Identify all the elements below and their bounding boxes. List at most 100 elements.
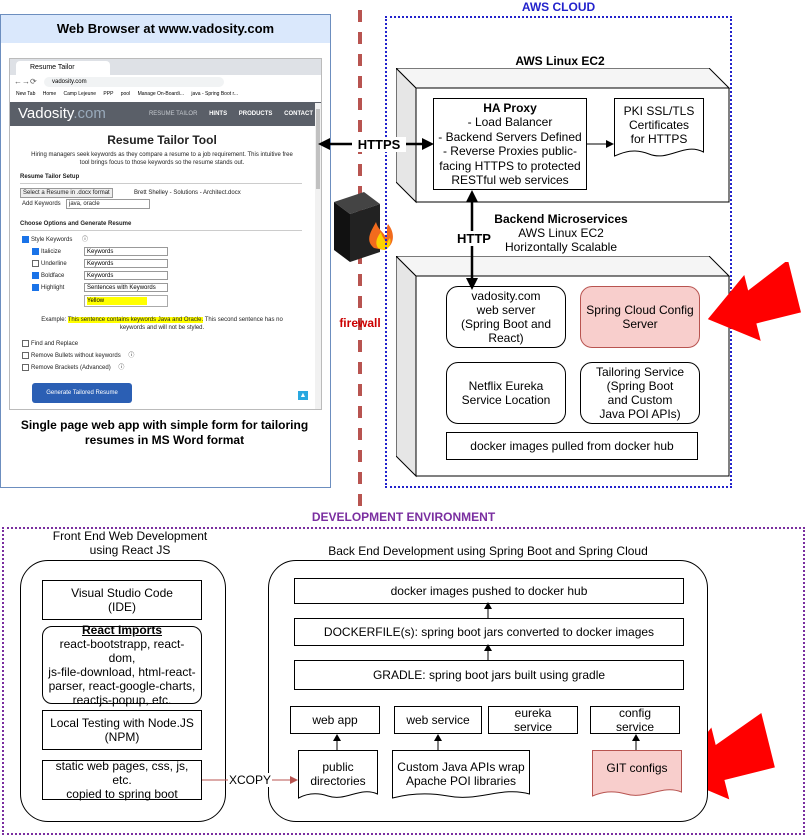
nav-link-resume-tailor[interactable]: RESUME TAILOR [149, 111, 197, 117]
intro-line: Hiring managers seek keywords as they co… [31, 152, 293, 158]
find-replace-option[interactable]: Find and Replace [22, 340, 78, 348]
site-logo[interactable]: Vadosity.com [18, 104, 106, 124]
title-line: Front End Web Development [52, 529, 208, 543]
option-select[interactable]: Keywords [84, 259, 168, 268]
bookmark-item[interactable]: pool [121, 91, 130, 97]
callout-arrow-icon [707, 262, 801, 341]
scroll-top-icon[interactable]: ▲ [298, 391, 308, 400]
box-line: parser, react-google-charts, [48, 679, 196, 693]
highlight-color-value: Yellow [87, 297, 147, 305]
box-line: static web pages, css, js, etc. [55, 759, 189, 787]
add-keywords-label: Add Keywords [22, 201, 61, 207]
example-line: Example: This sentence contains keywords… [10, 316, 314, 324]
example-rest: This second sentence has no [204, 317, 283, 323]
divider [20, 230, 302, 231]
option-select[interactable]: Keywords [84, 247, 168, 256]
nav-link-products[interactable]: PRODUCTS [239, 111, 273, 117]
checkbox-icon[interactable] [32, 272, 39, 279]
browser-tab[interactable]: Resume Tailor [16, 61, 110, 75]
option-select-value: Keywords [87, 261, 114, 267]
generate-resume-button[interactable]: Generate Tailored Resume [32, 383, 132, 403]
info-icon[interactable]: ⓘ [128, 353, 134, 359]
checkbox-icon[interactable] [22, 236, 29, 243]
react-imports-title: React Imports [81, 623, 163, 637]
option-label: Underline [41, 261, 67, 268]
node-line: web server [476, 303, 536, 317]
checkbox-icon[interactable] [22, 340, 29, 347]
logo-suffix: .com [73, 105, 106, 122]
page-heading: Resume Tailor Tool [107, 133, 217, 147]
bookmark-item[interactable]: PPP [103, 91, 113, 97]
nav-link-contact[interactable]: CONTACT [284, 111, 313, 117]
node-line: Java POI APIs) [599, 407, 681, 421]
site-nav-links: RESUME TAILOR HINTS PRODUCTS CONTACT [139, 102, 313, 126]
option-select-value: Keywords [87, 249, 114, 255]
browser-tab-bar: Resume Tailor [10, 59, 321, 75]
add-keywords-input[interactable]: java, oracle [66, 199, 150, 209]
frontend-title: Front End Web Development using React JS [40, 529, 220, 557]
style-keywords-option[interactable]: Style Keywords ⓘ [22, 236, 88, 244]
highlight-color-select[interactable]: Yellow [84, 295, 168, 307]
node-line: Tailoring Service [595, 365, 685, 379]
option-boldface[interactable]: Boldface [32, 272, 64, 280]
checkbox-icon[interactable] [32, 284, 39, 291]
static-pages-box: static web pages, css, js, etc. copied t… [42, 759, 202, 801]
remove-bullets-option[interactable]: Remove Bullets without keywords ⓘ [22, 352, 134, 360]
checkbox-icon[interactable] [22, 364, 29, 371]
bookmark-item[interactable]: Manage On-Boardi... [138, 91, 184, 97]
style-keywords-label: Style Keywords [31, 237, 73, 244]
node-line: Spring Cloud Config [586, 303, 694, 317]
node-line: (Spring Boot [606, 379, 674, 393]
info-icon[interactable]: ⓘ [82, 237, 88, 243]
option-select[interactable]: Keywords [84, 271, 168, 280]
bookmark-item[interactable]: java - Spring Boot r... [191, 91, 238, 97]
select-resume-button[interactable]: Select a Resume in .docx format [20, 188, 113, 198]
backend-dev-title: Back End Development using Spring Boot a… [328, 544, 648, 558]
remove-brackets-option[interactable]: Remove Brackets (Advanced) ⓘ [22, 364, 124, 372]
browser-screenshot: Resume Tailor ←→⟳ vadosity.com New Tab H… [9, 58, 322, 410]
browser-url-bar: ←→⟳ vadosity.com [10, 75, 321, 90]
box-line: reactjs-popup, etc. [72, 693, 172, 707]
checkbox-icon[interactable] [32, 248, 39, 255]
checkbox-icon[interactable] [22, 352, 29, 359]
option-select[interactable]: Sentences with Keywords [84, 283, 168, 292]
https-label: HTTPS [352, 137, 406, 152]
node-line: and Custom [607, 393, 673, 407]
box-line: copied to spring boot [66, 787, 178, 801]
dev-connectors [202, 602, 640, 784]
node-line: React) [488, 331, 524, 345]
bookmark-item[interactable]: New Tab [16, 91, 35, 97]
bookmark-item[interactable]: Camp Lejeune [64, 91, 97, 97]
option-highlight[interactable]: Highlight [32, 284, 64, 292]
box-line: (NPM) [104, 730, 140, 744]
browser-url[interactable]: vadosity.com [44, 77, 224, 87]
browser-caption: Single page web app with simple form for… [0, 418, 329, 448]
selected-file-name: Brett Shelley - Solutions - Architect.do… [134, 190, 241, 196]
vscode-box: Visual Studio Code (IDE) [42, 580, 202, 620]
checkbox-icon[interactable] [32, 260, 39, 267]
node-line: (Spring Boot and [460, 317, 552, 331]
find-replace-label: Find and Replace [31, 341, 79, 348]
node-line: Server [622, 317, 658, 331]
info-icon[interactable]: ⓘ [118, 365, 124, 371]
setup-heading: Resume Tailor Setup [20, 174, 80, 180]
xcopy-label: XCOPY [228, 773, 272, 787]
nav-link-hints[interactable]: HINTS [209, 111, 227, 117]
aws-region-title: AWS CLOUD [521, 0, 596, 14]
option-italicize[interactable]: Italicize [32, 248, 61, 256]
bookmarks-bar: New Tab Home Camp Lejeune PPP pool Manag… [10, 89, 321, 99]
intro-line: tool brings focus to those keywords so t… [79, 160, 245, 166]
node-line: Netflix Eureka [468, 379, 544, 393]
nav-arrows-icon[interactable]: ←→⟳ [14, 76, 37, 88]
box-line: react-bootstrapp, react-dom, [59, 637, 185, 665]
site-navbar: Vadosity.com RESUME TAILOR HINTS PRODUCT… [10, 102, 321, 126]
box-line: (IDE) [108, 600, 136, 614]
remove-brackets-label: Remove Brackets (Advanced) [31, 365, 111, 372]
caption-line: Single page web app with simple form for… [20, 418, 309, 432]
option-underline[interactable]: Underline [32, 260, 67, 268]
netflix-eureka-node: Netflix Eureka Service Location [446, 362, 566, 424]
option-label: Italicize [41, 249, 62, 256]
bookmark-item[interactable]: Home [43, 91, 56, 97]
option-label: Boldface [41, 273, 65, 280]
box-line: Visual Studio Code [71, 586, 173, 600]
